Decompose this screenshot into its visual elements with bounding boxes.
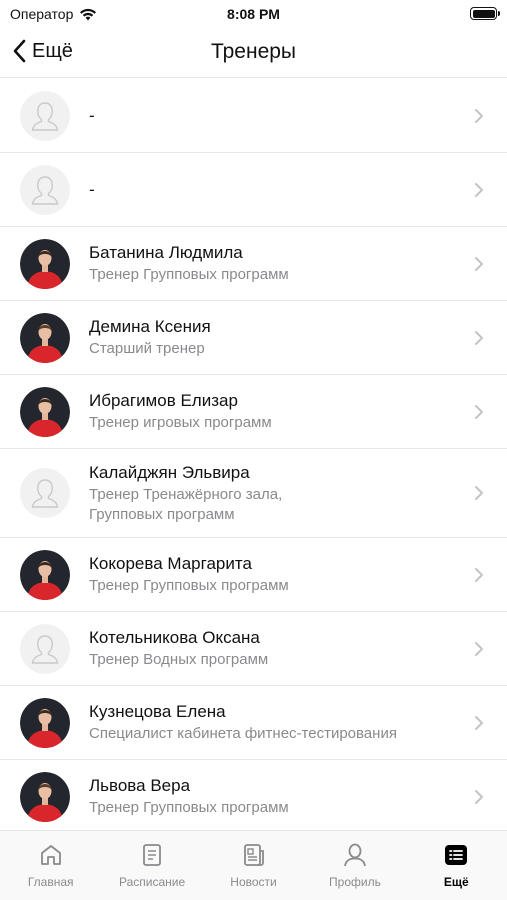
profile-icon xyxy=(341,841,369,869)
navigation-bar: Ещё Тренеры xyxy=(0,28,507,78)
trainer-row[interactable]: - xyxy=(0,153,507,227)
avatar-placeholder-icon xyxy=(20,164,70,215)
avatar xyxy=(20,312,70,363)
chevron-right-icon xyxy=(474,641,484,657)
trainer-row[interactable]: Ибрагимов Елизар Тренер игровых программ xyxy=(0,375,507,449)
chevron-right-icon xyxy=(474,485,484,501)
tab-label: Расписание xyxy=(119,875,186,889)
trainer-row[interactable]: - xyxy=(0,79,507,153)
trainer-name: Кокорева Маргарита xyxy=(89,554,252,573)
trainer-list: - - Батанина Людмила Тренер Групповых про… xyxy=(0,79,507,834)
trainer-name: Калайджян Эльвира xyxy=(89,462,250,482)
trainer-name: Кузнецова Елена xyxy=(89,702,226,721)
trainer-row[interactable]: Львова Вера Тренер Групповых программ xyxy=(0,760,507,834)
trainer-text: Батанина Людмила Тренер Групповых програм… xyxy=(89,242,457,285)
trainer-role: Тренер Групповых программ xyxy=(89,266,289,283)
avatar xyxy=(20,697,70,748)
trainer-name: Батанина Людмила xyxy=(89,243,243,262)
clock: 8:08 PM xyxy=(227,6,280,22)
page-title: Тренеры xyxy=(210,40,297,63)
avatar-placeholder-icon xyxy=(20,623,70,674)
trainer-row[interactable]: Батанина Людмила Тренер Групповых програм… xyxy=(0,227,507,301)
tab-bar: Главная Расписание Новости Профиль Ещё xyxy=(0,830,507,900)
schedule-icon xyxy=(138,841,166,869)
tab-news[interactable]: Новости xyxy=(203,831,304,900)
avatar-placeholder-icon xyxy=(20,468,70,518)
avatar xyxy=(20,549,70,600)
trainer-name: - xyxy=(89,105,95,125)
avatar-placeholder-icon xyxy=(20,90,70,141)
tab-schedule[interactable]: Расписание xyxy=(101,831,202,900)
trainer-row[interactable]: Котельникова Оксана Тренер Водных програм… xyxy=(0,612,507,686)
battery-icon xyxy=(470,7,500,20)
trainer-text: Кокорева Маргарита Тренер Групповых прогр… xyxy=(89,553,457,596)
trainer-text: Котельникова Оксана Тренер Водных програм… xyxy=(89,627,457,670)
chevron-right-icon xyxy=(474,789,484,805)
chevron-right-icon xyxy=(474,256,484,272)
trainer-row[interactable]: Кузнецова Елена Специалист кабинета фитне… xyxy=(0,686,507,760)
chevron-right-icon xyxy=(474,330,484,346)
trainer-role: Тренер Групповых программ xyxy=(89,799,289,816)
trainer-text: Львова Вера Тренер Групповых программ xyxy=(89,775,457,818)
trainer-text: Демина Ксения Старший тренер xyxy=(89,316,457,359)
tab-home[interactable]: Главная xyxy=(0,831,101,900)
tab-label: Новости xyxy=(230,875,277,889)
tab-label: Ещё xyxy=(443,875,469,889)
news-icon xyxy=(240,841,268,869)
status-bar: Оператор 8:08 PM xyxy=(0,0,507,28)
chevron-right-icon xyxy=(474,567,484,583)
trainer-row[interactable]: Кокорева Маргарита Тренер Групповых прогр… xyxy=(0,538,507,612)
chevron-right-icon xyxy=(474,404,484,420)
trainer-name: Ибрагимов Елизар xyxy=(89,391,238,410)
home-icon xyxy=(37,841,65,869)
tab-label: Профиль xyxy=(329,875,381,889)
avatar xyxy=(20,386,70,437)
tab-label: Главная xyxy=(27,875,74,889)
trainer-row[interactable]: Калайджян Эльвира Тренер Тренажёрного зал… xyxy=(0,449,507,538)
avatar xyxy=(20,238,70,289)
trainer-role-line-2: Групповых программ xyxy=(89,505,235,523)
trainer-name: - xyxy=(89,179,95,199)
trainer-name: Котельникова Оксана xyxy=(89,628,260,647)
trainer-text: Калайджян Эльвира Тренер Тренажёрного зал… xyxy=(89,462,457,525)
trainer-text: - xyxy=(89,179,457,201)
chevron-right-icon xyxy=(474,715,484,731)
trainer-role: Тренер Тренажёрного зала, xyxy=(89,485,283,503)
trainer-name: Демина Ксения xyxy=(89,317,211,336)
trainer-row[interactable]: Демина Ксения Старший тренер xyxy=(0,301,507,375)
chevron-right-icon xyxy=(474,108,484,124)
trainer-text: Ибрагимов Елизар Тренер игровых программ xyxy=(89,390,457,433)
trainer-role: Старший тренер xyxy=(89,340,205,357)
trainer-role: Тренер Групповых программ xyxy=(89,577,289,594)
trainer-text: - xyxy=(89,105,457,127)
more-icon xyxy=(442,841,470,869)
tab-profile[interactable]: Профиль xyxy=(304,831,405,900)
trainer-name: Львова Вера xyxy=(89,776,191,795)
trainer-role: Тренер Водных программ xyxy=(89,651,269,668)
avatar xyxy=(20,771,70,822)
trainer-role: Тренер игровых программ xyxy=(89,414,272,431)
tab-more[interactable]: Ещё xyxy=(406,831,507,900)
chevron-right-icon xyxy=(474,182,484,198)
trainer-role: Специалист кабинета фитнес-тестирования xyxy=(89,725,397,742)
trainer-text: Кузнецова Елена Специалист кабинета фитне… xyxy=(89,701,457,744)
